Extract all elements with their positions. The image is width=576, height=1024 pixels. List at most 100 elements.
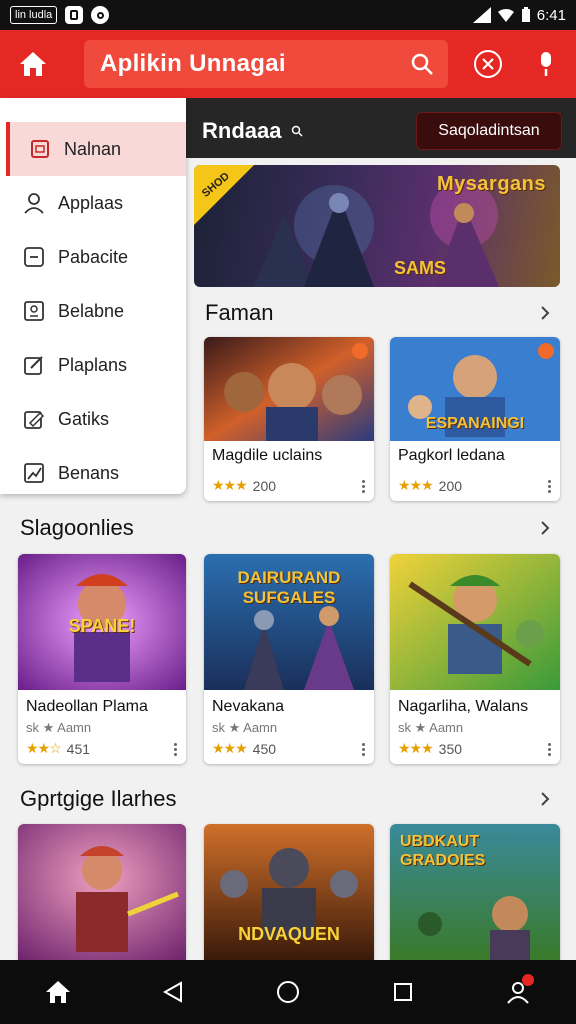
sync-icon [91, 6, 110, 24]
more-options-icon[interactable] [360, 743, 366, 756]
section-heading: Gprtgige Ilarhes [20, 786, 177, 811]
status-left: lin ludla [10, 6, 110, 24]
clock: 6:41 [536, 6, 566, 24]
edit-icon [22, 353, 46, 377]
rating-count: 450 [252, 740, 277, 757]
notification-icon [65, 6, 84, 24]
carrier-logo: lin ludla [10, 6, 58, 24]
game-developer: sk ★ Aamn [26, 720, 92, 735]
game-title: Pagkorl ledana [398, 447, 505, 464]
square-icon [394, 983, 413, 1001]
more-options-icon[interactable] [546, 743, 552, 756]
drawer-item-6[interactable]: Benans [0, 446, 186, 500]
game-art-caption: NDVAQUEN [238, 924, 340, 944]
notification-badge [522, 974, 535, 986]
close-circle-icon [474, 50, 502, 78]
banner-title: Mysargans [437, 173, 546, 195]
nav-home-circle-button[interactable] [264, 968, 312, 1016]
rating-count: 350 [438, 740, 463, 757]
game-art-caption: UBDKAUT GRADOIES [400, 833, 486, 869]
drawer-item-0[interactable]: Nalnan [6, 122, 186, 176]
star-rating-icon: ★★☆ [26, 740, 62, 756]
nav-home-button[interactable] [34, 968, 82, 1016]
star-rating-icon: ★★★ [212, 740, 248, 756]
signal-icon [472, 7, 491, 23]
star-rating-icon: ★★★ [398, 740, 434, 756]
pencil-icon [22, 407, 46, 431]
profile-box-icon [22, 299, 46, 323]
search-small-icon [292, 125, 304, 137]
drawer-item-label: Benans [58, 462, 120, 483]
nav-profile-button[interactable] [494, 968, 542, 1016]
search-button[interactable] [404, 46, 440, 82]
drawer-item-1[interactable]: Applaas [0, 176, 186, 230]
new-badge [538, 343, 554, 359]
status-right: 6:41 [472, 6, 566, 24]
drawer-item-label: Plaplans [58, 354, 128, 375]
game-art-caption: ESPANAINGI [425, 415, 525, 432]
home-button[interactable] [0, 30, 66, 98]
game-card[interactable] [18, 824, 186, 960]
mic-icon [541, 52, 551, 76]
drawer-item-label: Applaas [58, 192, 124, 213]
drawer-item-5[interactable]: Gatiks [0, 392, 186, 446]
new-badge [352, 343, 368, 359]
drawer-item-4[interactable]: Plaplans [0, 338, 186, 392]
banner-subtitle: SAMS [394, 258, 447, 278]
game-card[interactable]: SPANE! Nadeollan Plama sk ★ Aamn ★★☆ 451 [18, 554, 186, 764]
drawer-item-label: Nalnan [64, 138, 122, 159]
cancel-button[interactable] [470, 46, 506, 82]
game-title: Nagarliha, Walans [398, 698, 529, 715]
rating-count: 200 [438, 477, 463, 494]
game-rating: ★★★ 350 [398, 740, 462, 757]
app-bar: Aplikin Unnagai [0, 30, 576, 98]
top-strip: Rndaaa Saqoladintsan [186, 98, 576, 158]
featured-banner[interactable]: SHOD Mysargans SAMS [194, 165, 560, 287]
drawer-item-3[interactable]: Belabne [0, 284, 186, 338]
game-card[interactable]: Nagarliha, Walans sk ★ Aamn ★★★ 350 [390, 554, 560, 764]
status-bar: lin ludla 6:41 [0, 0, 576, 30]
drawer-item-label: Pabacite [58, 246, 129, 267]
game-card[interactable]: NDVAQUEN [204, 824, 374, 960]
more-options-icon[interactable] [546, 480, 552, 493]
mic-button[interactable] [528, 46, 564, 82]
strip-action-button[interactable]: Saqoladintsan [416, 112, 562, 150]
game-developer: sk ★ Aamn [212, 720, 278, 735]
game-title: Nevakana [212, 698, 285, 715]
home-icon [45, 981, 70, 1003]
game-card[interactable]: DAIRURAND SUFGALES Nevakana sk ★ Aamn ★★… [204, 554, 374, 764]
star-rating-icon: ★★★ [212, 477, 248, 493]
game-rating: ★★★ 200 [398, 477, 462, 494]
game-rating: ★★★ 200 [212, 477, 276, 494]
game-card[interactable]: Magdile uclains ★★★ 200 [204, 337, 374, 501]
home-icon [20, 52, 46, 76]
more-options-icon[interactable] [360, 480, 366, 493]
game-art-caption: SPANE! [68, 616, 136, 636]
chevron-right-icon[interactable] [536, 790, 554, 808]
chart-icon [22, 461, 46, 485]
game-art [18, 824, 186, 960]
drawer-item-label: Belabne [58, 300, 125, 321]
back-triangle-icon [162, 981, 182, 1003]
game-rating: ★★★ 450 [212, 740, 276, 757]
drawer-item-2[interactable]: Pabacite [0, 230, 186, 284]
drawer-item-label: Gatiks [58, 408, 110, 429]
chevron-right-icon[interactable] [536, 304, 554, 322]
person-icon [22, 191, 46, 215]
strip-heading: Rndaaa [202, 118, 282, 143]
game-art [390, 554, 560, 690]
document-icon [28, 137, 52, 161]
nav-back-button[interactable] [149, 968, 197, 1016]
game-card[interactable]: ESPANAINGI Pagkorl ledana ★★★ 200 [390, 337, 560, 501]
chevron-right-icon[interactable] [536, 519, 554, 537]
game-developer: sk ★ Aamn [398, 720, 464, 735]
phone-screen: lin ludla 6:41 Aplikin Unnagai Rndaaa Sa… [0, 0, 576, 1024]
game-card[interactable]: UBDKAUT GRADOIES [390, 824, 560, 960]
navigation-drawer: Nalnan Applaas Pabacite Belabne Plaplans… [0, 98, 186, 494]
game-art-caption: DAIRURAND SUFGALES [237, 568, 341, 607]
bottom-navigation [0, 960, 576, 1024]
game-rating: ★★☆ 451 [26, 740, 90, 757]
game-art [204, 337, 374, 441]
nav-recents-button[interactable] [379, 968, 427, 1016]
more-options-icon[interactable] [172, 743, 178, 756]
